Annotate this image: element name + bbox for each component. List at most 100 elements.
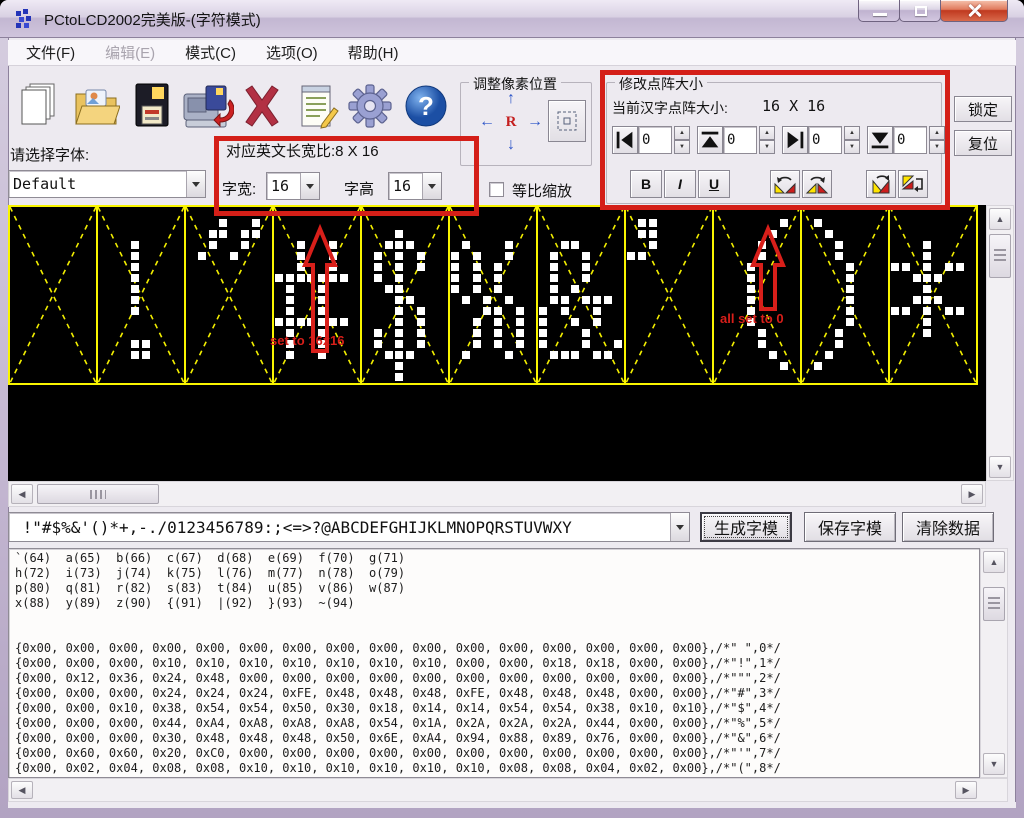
delete-button[interactable] (238, 80, 286, 132)
font-select-combo[interactable]: Default (8, 170, 206, 198)
glyph-pixel[interactable] (505, 241, 513, 249)
glyph-pixel[interactable] (395, 340, 403, 348)
glyph-pixel[interactable] (582, 274, 590, 282)
glyph-pixel[interactable] (913, 296, 921, 304)
glyph-pixel[interactable] (747, 263, 755, 271)
glyph-pixel[interactable] (780, 219, 788, 227)
glyph-pixel[interactable] (593, 307, 601, 315)
glyph-pixel[interactable] (758, 252, 766, 260)
glyph-pixel[interactable] (395, 296, 403, 304)
glyph-pixel[interactable] (329, 241, 337, 249)
edge-bottom-input[interactable] (893, 126, 927, 154)
glyph-pixel[interactable] (505, 351, 513, 359)
shift-up-icon[interactable]: ↑ (500, 88, 522, 110)
glyph-pixel[interactable] (923, 274, 931, 282)
glyph-pixel[interactable] (395, 307, 403, 315)
glyph-pixel[interactable] (539, 329, 547, 337)
glyph-pixel[interactable] (318, 285, 326, 293)
glyph-pixel[interactable] (571, 351, 579, 359)
glyph-pixel[interactable] (417, 340, 425, 348)
glyph-pixel[interactable] (769, 351, 777, 359)
save-button[interactable] (128, 80, 176, 132)
glyph-pixel[interactable] (131, 340, 139, 348)
glyph-pixel[interactable] (451, 285, 459, 293)
center-glyph-button[interactable] (548, 100, 586, 142)
glyph-pixel[interactable] (252, 219, 260, 227)
glyph-pixel[interactable] (462, 351, 470, 359)
glyph-pixel[interactable] (604, 296, 612, 304)
glyph-pixel[interactable] (934, 274, 942, 282)
glyph-pixel[interactable] (395, 329, 403, 337)
glyph-pixel[interactable] (286, 274, 294, 282)
glyph-pixel[interactable] (340, 274, 348, 282)
output-scroll-down-button[interactable]: ▼ (983, 753, 1005, 775)
glyph-pixel[interactable] (385, 285, 393, 293)
charset-dropdown-icon[interactable] (670, 513, 689, 541)
glyph-pixel[interactable] (473, 318, 481, 326)
glyph-pixel[interactable] (209, 241, 217, 249)
glyph-pixel[interactable] (131, 252, 139, 260)
glyph-pixel[interactable] (550, 351, 558, 359)
glyph-pixel[interactable] (131, 274, 139, 282)
glyph-pixel[interactable] (561, 351, 569, 359)
glyph-pixel[interactable] (956, 307, 964, 315)
edge-left-input[interactable] (638, 126, 672, 154)
edge-right-button[interactable] (782, 126, 808, 154)
glyph-pixel[interactable] (395, 252, 403, 260)
glyph-pixel[interactable] (395, 318, 403, 326)
glyph-pixel[interactable] (473, 274, 481, 282)
glyph-pixel[interactable] (571, 241, 579, 249)
glyph-pixel[interactable] (219, 219, 227, 227)
glyph-pixel[interactable] (417, 263, 425, 271)
glyph-pixel[interactable] (539, 340, 547, 348)
glyph-pixel[interactable] (286, 307, 294, 315)
glyph-pixel[interactable] (329, 263, 337, 271)
glyph-pixel[interactable] (846, 296, 854, 304)
glyph-pixel[interactable] (747, 307, 755, 315)
glyph-pixel[interactable] (494, 329, 502, 337)
close-button[interactable] (940, 0, 1008, 22)
glyph-pixel[interactable] (814, 219, 822, 227)
glyph-pixel[interactable] (835, 340, 843, 348)
glyph-pixel[interactable] (307, 318, 315, 326)
glyph-pixel[interactable] (286, 351, 294, 359)
glyph-pixel[interactable] (582, 329, 590, 337)
glyph-pixel[interactable] (780, 362, 788, 370)
glyph-pixel[interactable] (209, 230, 217, 238)
glyph-cell-1[interactable] (98, 207, 186, 383)
glyph-pixel[interactable] (473, 263, 481, 271)
glyph-pixel[interactable] (451, 263, 459, 271)
glyph-pixel[interactable] (505, 252, 513, 260)
reset-button[interactable]: 复位 (954, 130, 1012, 156)
charset-combo[interactable]: !"#$%&'()*+,-./0123456789:;<=>?@ABCDEFGH… (8, 512, 690, 542)
rotate-ccw-button[interactable] (770, 170, 800, 198)
glyph-pixel[interactable] (252, 230, 260, 238)
open-file-button[interactable] (72, 80, 120, 132)
menu-item-2[interactable]: 模式(C) (185, 42, 236, 63)
glyph-pixel[interactable] (539, 307, 547, 315)
glyph-pixel[interactable] (318, 329, 326, 337)
char-height-combo[interactable]: 16 (388, 172, 442, 200)
glyph-pixel[interactable] (923, 263, 931, 271)
glyph-pixel[interactable] (329, 252, 337, 260)
glyph-pixel[interactable] (307, 274, 315, 282)
glyph-hscroll-thumb[interactable] (37, 484, 159, 504)
output-scroll-up-button[interactable]: ▲ (983, 551, 1005, 573)
glyph-pixel[interactable] (539, 318, 547, 326)
glyph-pixel[interactable] (747, 274, 755, 282)
glyph-pixel[interactable] (593, 296, 601, 304)
glyph-pixel[interactable] (945, 307, 953, 315)
glyph-pixel[interactable] (516, 307, 524, 315)
glyph-pixel[interactable] (395, 285, 403, 293)
glyph-pixel[interactable] (758, 340, 766, 348)
glyph-pixel[interactable] (494, 285, 502, 293)
edge-right-input[interactable] (808, 126, 842, 154)
glyph-pixel[interactable] (550, 285, 558, 293)
menu-item-1[interactable]: 编辑(E) (105, 42, 155, 63)
glyph-pixel[interactable] (451, 252, 459, 260)
glyph-pixel[interactable] (198, 252, 206, 260)
glyph-pixel[interactable] (417, 252, 425, 260)
glyph-pixel[interactable] (550, 296, 558, 304)
glyph-pixel[interactable] (604, 351, 612, 359)
glyph-pixel[interactable] (923, 296, 931, 304)
